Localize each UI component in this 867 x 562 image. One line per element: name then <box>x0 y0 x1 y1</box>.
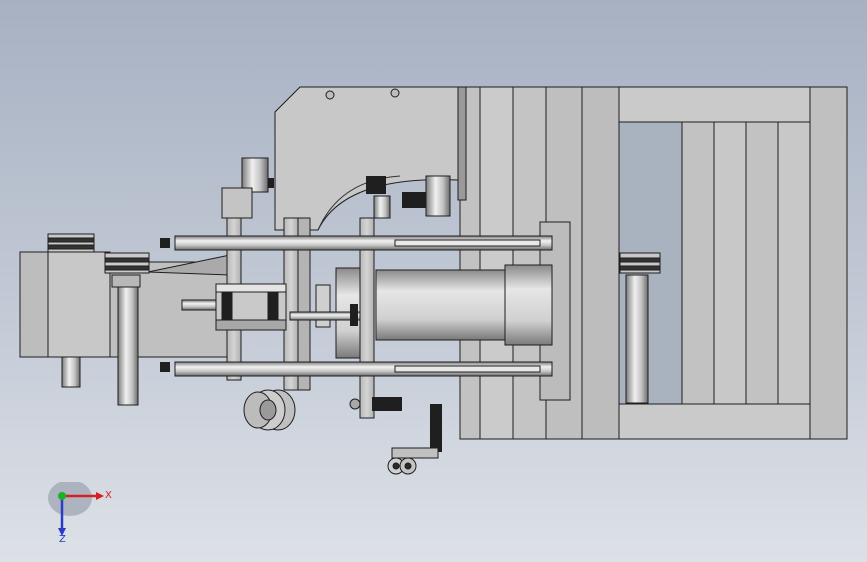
y-axis-dot <box>58 492 66 500</box>
cad-viewport[interactable]: X Z <box>0 0 867 562</box>
z-axis-label: Z <box>59 534 66 544</box>
x-axis-label: X <box>105 490 112 501</box>
machine-assembly-model[interactable] <box>0 0 867 562</box>
pneumatic-cylinder <box>215 283 287 331</box>
main-housing <box>274 86 583 440</box>
wheels <box>243 389 439 475</box>
axis-triad: X Z <box>48 482 112 544</box>
x-axis-arrowhead <box>96 492 104 500</box>
triad-shadow <box>48 482 92 516</box>
